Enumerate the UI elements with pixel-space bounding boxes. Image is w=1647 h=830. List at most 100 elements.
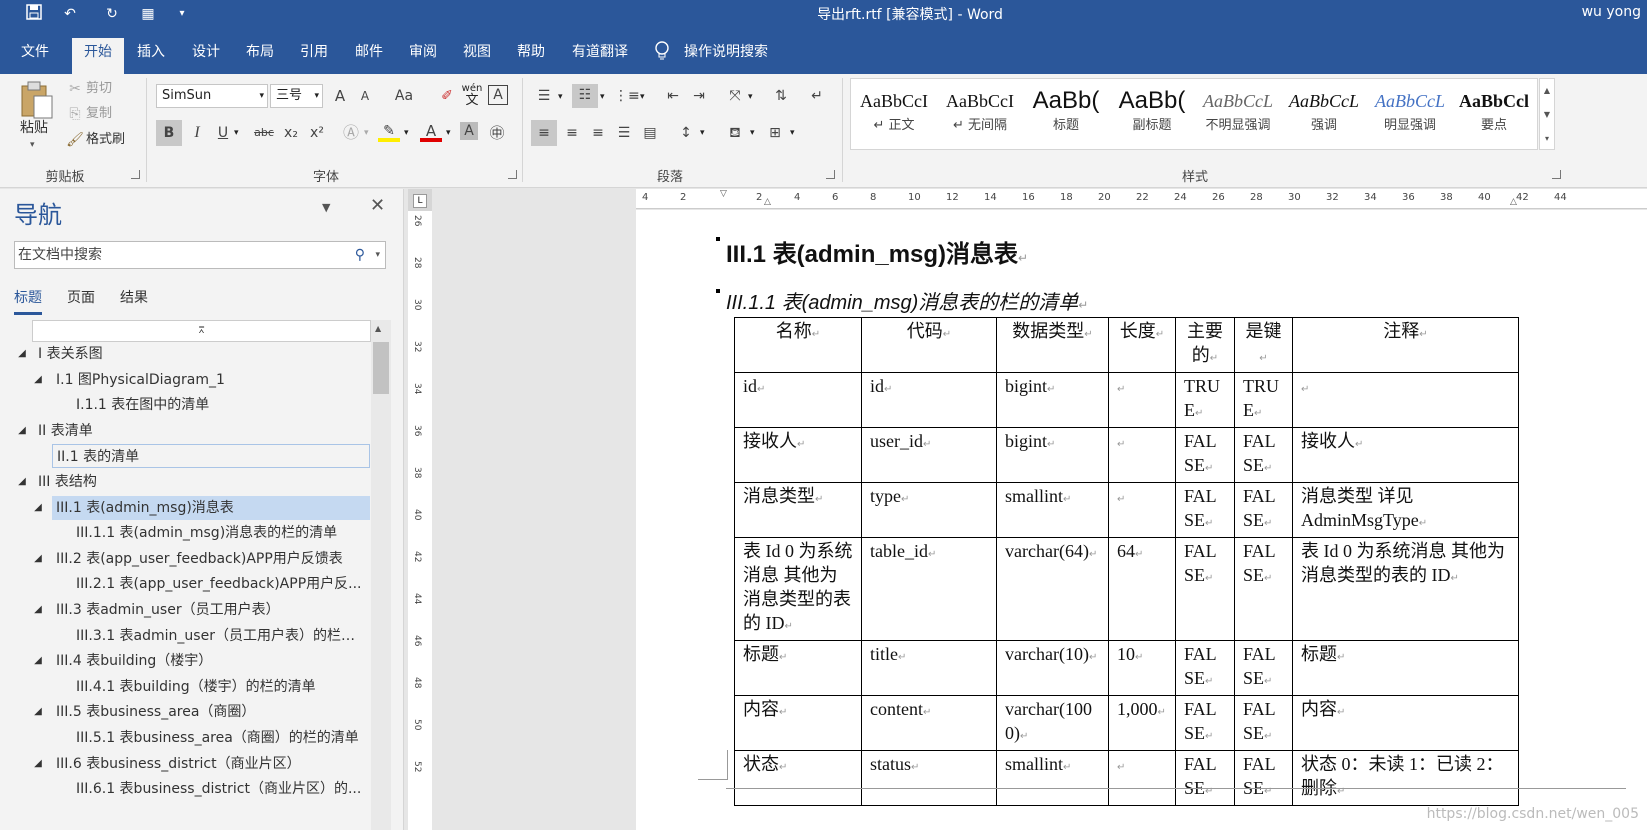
style-normal[interactable]: AaBbCcI ↵ 正文	[851, 84, 937, 146]
text-effects-icon[interactable]: Ⓐ	[340, 122, 362, 144]
sort-icon[interactable]: ⇅	[770, 85, 792, 107]
table-cell[interactable]: FALSE↵	[1175, 640, 1235, 696]
tree-item[interactable]: ◢ III.4 表building（楼宇）	[34, 649, 370, 673]
tab-view[interactable]: 视图	[457, 40, 497, 64]
table-cell[interactable]: ↵	[1108, 372, 1176, 428]
table-icon[interactable]: ▦	[138, 4, 158, 24]
expand-arrow-icon[interactable]: ◢	[16, 419, 28, 443]
shading-dropdown-icon[interactable]: ▾	[750, 128, 755, 138]
enclose-characters-icon[interactable]: ㊥	[486, 122, 508, 144]
table-cell[interactable]: title↵	[861, 640, 997, 696]
right-indent-icon[interactable]: △	[1510, 197, 1517, 207]
tell-me-search[interactable]: 操作说明搜索	[678, 40, 774, 64]
tree-item[interactable]: ◢ III.1 表(admin_msg)消息表	[34, 495, 370, 520]
text-effects-dropdown-icon[interactable]: ▾	[364, 128, 369, 138]
tab-layout[interactable]: 布局	[240, 40, 280, 64]
format-painter-icon[interactable]: 🖌	[64, 129, 86, 151]
table-cell[interactable]: content↵	[861, 695, 997, 751]
table-cell[interactable]: 状态 0：未读 1：已读 2：删除↵	[1292, 750, 1519, 806]
tree-item[interactable]: III.5.1 表business_area（商圈）的栏的清单	[52, 726, 370, 750]
table-cell[interactable]: FALSE↵	[1175, 482, 1235, 538]
character-border-icon[interactable]: A	[488, 85, 508, 105]
table-cell[interactable]: varchar(1000)↵	[996, 695, 1109, 751]
table-cell[interactable]: 内容↵	[734, 695, 862, 751]
character-shading-icon[interactable]: A	[460, 122, 478, 140]
tab-pages[interactable]: 页面	[67, 287, 95, 307]
table-cell[interactable]: FALSE↵	[1234, 695, 1293, 751]
collapse-all-icon[interactable]: ⩞	[32, 320, 371, 342]
font-size-combo[interactable]: 三号 ▾	[270, 84, 323, 108]
chinese-layout-icon[interactable]: ⤧	[724, 85, 746, 107]
bullets-icon[interactable]: ☰	[533, 85, 555, 107]
expand-arrow-icon[interactable]: ◢	[32, 598, 44, 622]
table-cell[interactable]: 10↵	[1108, 640, 1176, 696]
tab-mailings[interactable]: 邮件	[349, 40, 389, 64]
table-cell[interactable]: smallint↵	[996, 750, 1109, 806]
highlight-color-icon[interactable]: ✎	[378, 120, 400, 142]
align-right-icon[interactable]: ≡	[587, 122, 609, 144]
bold-button[interactable]: B	[156, 120, 182, 146]
paste-icon[interactable]	[16, 80, 56, 120]
borders-icon[interactable]: ⊞	[764, 122, 786, 144]
table-cell[interactable]: FALSE↵	[1234, 427, 1293, 483]
heading-1[interactable]: III.1 表(admin_msg)消息表↵	[716, 234, 1028, 269]
copy-icon[interactable]: ⎘	[64, 103, 86, 125]
tab-youdao-translate[interactable]: 有道翻译	[566, 40, 634, 64]
expand-arrow-icon[interactable]: ◢	[32, 752, 44, 776]
bullets-dropdown-icon[interactable]: ▾	[558, 92, 563, 102]
borders-dropdown-icon[interactable]: ▾	[790, 128, 795, 138]
table-cell[interactable]: FALSE↵	[1175, 750, 1235, 806]
tree-item[interactable]: II.1 表的清单	[52, 444, 370, 469]
table-cell[interactable]: table_id↵	[861, 537, 997, 641]
close-icon[interactable]: ✕	[370, 195, 385, 216]
table-header-cell[interactable]: 代码↵	[861, 317, 997, 373]
table-cell[interactable]: 接收人↵	[1292, 427, 1519, 483]
tree-item[interactable]: III.4.1 表building（楼宇）的栏的清单	[52, 675, 370, 699]
italic-button[interactable]: I	[186, 122, 208, 144]
font-launcher-icon[interactable]	[508, 170, 517, 179]
table-cell[interactable]: FALSE↵	[1175, 695, 1235, 751]
clipboard-launcher-icon[interactable]	[131, 170, 140, 179]
tab-home[interactable]: 开始	[72, 38, 124, 74]
search-icon[interactable]: ⚲	[355, 242, 365, 268]
table-cell[interactable]: TRUE↵	[1175, 372, 1235, 428]
first-line-indent-icon[interactable]: ▽	[720, 189, 727, 199]
style-strong[interactable]: AaBbCcl 要点	[1453, 84, 1535, 146]
table-cell[interactable]: status↵	[861, 750, 997, 806]
styles-launcher-icon[interactable]	[1552, 170, 1561, 179]
chevron-down-icon[interactable]: ▾	[375, 242, 380, 268]
scrollbar[interactable]: ▲	[371, 320, 391, 830]
table-cell[interactable]: user_id↵	[861, 427, 997, 483]
change-case-icon[interactable]: Aa	[389, 85, 419, 107]
table-cell[interactable]: 1,000↵	[1108, 695, 1176, 751]
tree-item[interactable]: ◢ III.3 表admin_user（员工用户表）	[34, 598, 370, 622]
table-cell[interactable]: ↵	[1108, 427, 1176, 483]
tree-item[interactable]: ◢ III 表结构	[14, 470, 370, 494]
distributed-icon[interactable]: ▤	[639, 122, 661, 144]
chinese-layout-dropdown-icon[interactable]: ▾	[748, 92, 753, 102]
style-subtitle[interactable]: AaBb(副标题	[1109, 84, 1195, 146]
table-cell[interactable]: ↵	[1108, 750, 1176, 806]
table-cell[interactable]: id↵	[734, 372, 862, 428]
table-cell[interactable]: bigint↵	[996, 372, 1109, 428]
tree-item[interactable]: III.6.1 表business_district（商业片区）的...	[52, 777, 370, 801]
tab-headings[interactable]: 标题	[14, 287, 42, 315]
tree-item[interactable]: ◢ III.2 表(app_user_feedback)APP用户反馈表	[34, 547, 370, 571]
table-header-cell[interactable]: 名称↵	[734, 317, 862, 373]
table-cell[interactable]: 消息类型 详见AdminMsgType↵	[1292, 482, 1519, 538]
expand-arrow-icon[interactable]: ◢	[16, 470, 28, 494]
expand-arrow-icon[interactable]: ◢	[16, 342, 28, 366]
subscript-button[interactable]: x₂	[280, 122, 302, 144]
table-cell[interactable]: FALSE↵	[1234, 482, 1293, 538]
table-header-cell[interactable]: 主要的↵	[1175, 317, 1235, 373]
tab-design[interactable]: 设计	[186, 40, 226, 64]
tab-references[interactable]: 引用	[294, 40, 334, 64]
shrink-font-icon[interactable]: A	[354, 85, 376, 107]
table-cell[interactable]: FALSE↵	[1234, 537, 1293, 641]
table-cell[interactable]: 内容↵	[1292, 695, 1519, 751]
tab-selector-icon[interactable]: L	[413, 194, 427, 208]
tree-item[interactable]: ◢ I 表关系图	[14, 342, 370, 366]
numbering-dropdown-icon[interactable]: ▾	[600, 92, 605, 102]
clear-formatting-icon[interactable]: ✐	[436, 85, 458, 107]
superscript-button[interactable]: x²	[306, 122, 328, 144]
